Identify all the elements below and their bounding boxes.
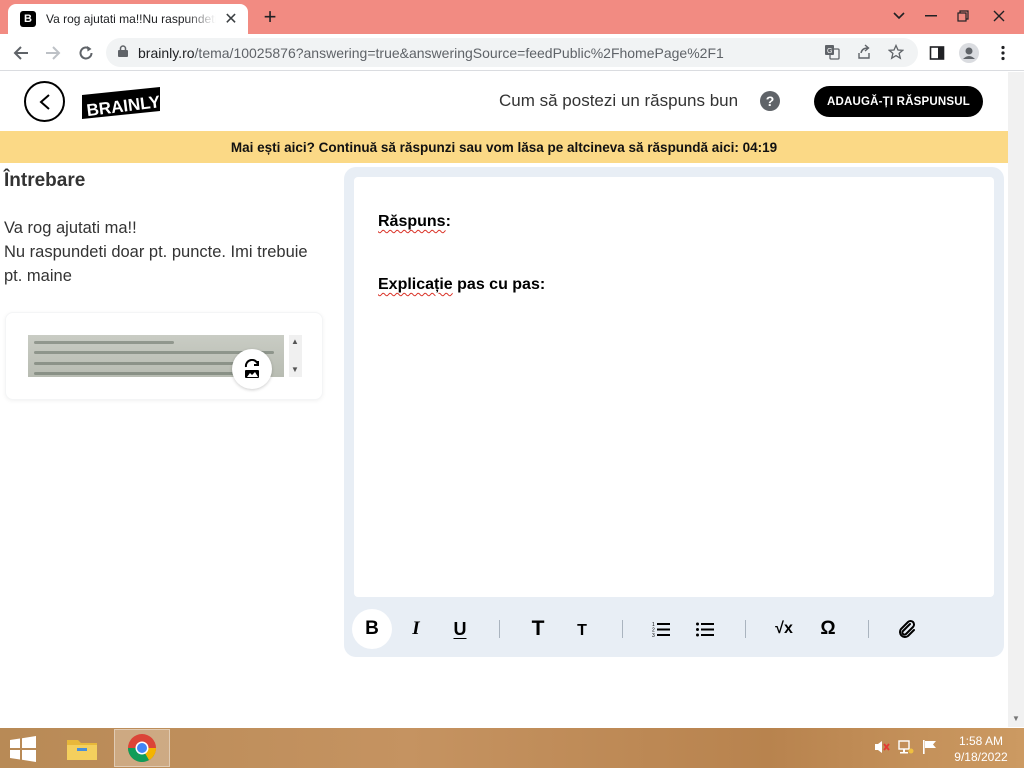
- reload-icon[interactable]: [73, 40, 99, 66]
- svg-text:3: 3: [652, 633, 655, 637]
- numbered-list-icon: 1 2 3: [652, 622, 670, 637]
- page-scrollbar[interactable]: ▼: [1008, 72, 1024, 727]
- omega-icon: Ω: [820, 618, 836, 639]
- lock-icon[interactable]: [118, 45, 128, 60]
- heading-small-button[interactable]: T: [562, 609, 602, 649]
- url-host: brainly.ro: [138, 44, 195, 61]
- question-line-2: Nu raspundeti doar pt. puncte. Imi trebu…: [4, 243, 308, 285]
- brainly-favicon-icon: B: [20, 11, 36, 27]
- url-path: /tema/10025876?answering=true&answeringS…: [194, 44, 724, 61]
- heading-large-button[interactable]: T: [518, 609, 558, 649]
- svg-text:G: G: [827, 48, 832, 55]
- view-image-icon[interactable]: [232, 349, 272, 389]
- underline-button[interactable]: U: [440, 609, 480, 649]
- question-text: Va rog ajutati ma!! Nu raspundeti doar p…: [4, 216, 324, 288]
- answer-label[interactable]: Răspuns:: [378, 213, 451, 231]
- tab-search-icon[interactable]: [884, 4, 914, 28]
- site-header: BRAINLY Cum să postezi un răspuns bun ? …: [0, 72, 1008, 131]
- explanation-label-rest: pas cu pas:: [452, 276, 546, 293]
- windows-start-icon[interactable]: [8, 736, 38, 762]
- profile-icon[interactable]: [956, 40, 982, 66]
- system-clock[interactable]: 1:58 AM 9/18/2022: [948, 733, 1014, 765]
- underline-icon: U: [453, 618, 467, 639]
- explanation-label-word: Explicație: [378, 276, 453, 293]
- bullet-list-button[interactable]: [685, 609, 725, 649]
- answer-editor-frame: Răspuns: Explicație pas cu pas: B I U T …: [344, 167, 1004, 657]
- sidebar-icon[interactable]: [924, 40, 950, 66]
- attachment-icon: [899, 619, 916, 638]
- tab-title: Va rog ajutati ma!!Nu raspundeti doar pt…: [46, 12, 216, 26]
- clock-date: 9/18/2022: [954, 750, 1008, 764]
- answer-tips-link[interactable]: Cum să postezi un răspuns bun: [499, 91, 738, 111]
- answer-editor[interactable]: Răspuns: Explicație pas cu pas:: [354, 177, 994, 597]
- explanation-label[interactable]: Explicație pas cu pas:: [378, 276, 545, 294]
- url-text: brainly.ro/tema/10025876?answering=true&…: [138, 45, 724, 61]
- question-heading: Întrebare: [4, 170, 86, 191]
- chrome-icon[interactable]: [114, 729, 170, 767]
- question-line-1: Va rog ajutati ma!!: [4, 219, 137, 237]
- heading-large-icon: T: [531, 617, 545, 640]
- network-icon[interactable]: [898, 740, 914, 757]
- chevron-left-icon: [38, 93, 50, 110]
- italic-icon: I: [412, 618, 420, 639]
- bullet-list-icon: [696, 622, 714, 637]
- browser-tab-strip: B Va rog ajutati ma!!Nu raspundeti doar …: [0, 0, 1024, 34]
- clock-time: 1:58 AM: [958, 734, 1004, 748]
- add-answer-button[interactable]: ADAUGĂ-ȚI RĂSPUNSUL: [814, 86, 983, 117]
- browser-toolbar: brainly.ro/tema/10025876?answering=true&…: [0, 34, 1024, 71]
- close-tab-icon[interactable]: ✕: [222, 10, 240, 28]
- special-characters-button[interactable]: Ω: [808, 609, 848, 649]
- attachment-card: ▲ ▼: [5, 312, 323, 400]
- file-explorer-icon[interactable]: [54, 729, 110, 767]
- minimize-window-icon[interactable]: [916, 4, 946, 28]
- back-button[interactable]: [24, 81, 65, 122]
- attachment-button[interactable]: [887, 609, 927, 649]
- flag-icon[interactable]: [922, 740, 938, 757]
- numbered-list-button[interactable]: 1 2 3: [641, 609, 681, 649]
- translate-icon[interactable]: G: [822, 44, 842, 64]
- restore-window-icon[interactable]: [948, 4, 978, 28]
- equation-button[interactable]: √x: [764, 609, 804, 649]
- forward-arrow-icon[interactable]: [40, 40, 66, 66]
- star-icon[interactable]: [886, 43, 906, 64]
- square-root-icon: √x: [775, 620, 793, 637]
- brainly-logo[interactable]: BRAINLY: [80, 85, 162, 120]
- timeout-banner: Mai ești aici? Continuă să răspunzi sau …: [0, 131, 1008, 163]
- close-window-icon[interactable]: [984, 4, 1014, 28]
- heading-small-icon: T: [577, 622, 587, 639]
- italic-button[interactable]: I: [396, 609, 436, 649]
- back-arrow-icon[interactable]: [8, 40, 34, 66]
- new-tab-button[interactable]: +: [258, 6, 282, 30]
- answer-label-word: Răspuns: [378, 213, 446, 230]
- share-icon[interactable]: [854, 44, 874, 64]
- address-bar[interactable]: brainly.ro/tema/10025876?answering=true&…: [106, 38, 918, 67]
- volume-muted-icon[interactable]: [874, 740, 890, 757]
- formatting-toolbar: B I U T T 1 2 3 √x Ω: [352, 609, 932, 649]
- bold-icon: B: [365, 618, 379, 639]
- browser-tab[interactable]: B Va rog ajutati ma!!Nu raspundeti doar …: [8, 4, 248, 34]
- bold-button[interactable]: B: [352, 609, 392, 649]
- menu-dots-icon[interactable]: [990, 40, 1016, 66]
- help-icon[interactable]: ?: [760, 91, 780, 111]
- thumbnail-scrollbar[interactable]: ▲ ▼: [289, 335, 302, 377]
- windows-taskbar: 1:58 AM 9/18/2022: [0, 728, 1024, 768]
